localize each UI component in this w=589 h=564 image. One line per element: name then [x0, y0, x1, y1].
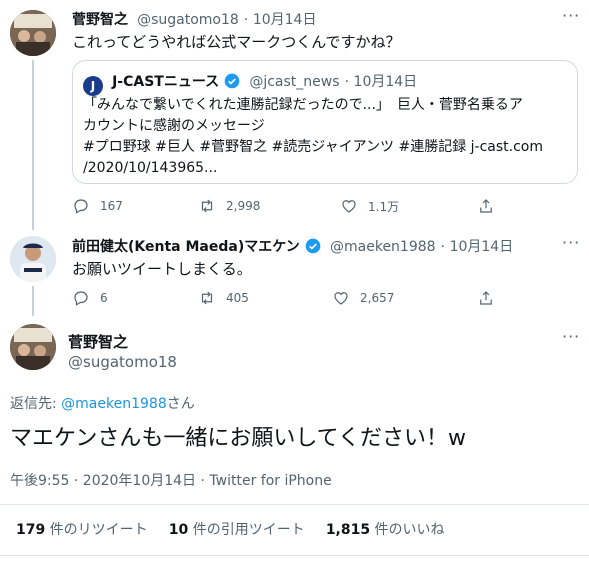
- tweet1-author-name[interactable]: 菅野智之: [72, 12, 128, 28]
- retweet-icon: [201, 291, 213, 305]
- retweets-stat-link[interactable]: 179 件のリツイート: [16, 519, 148, 538]
- quoted-tweet-card[interactable]: J J-CASTニュース @jcast_news · 10月14日 「みんなで繋…: [72, 60, 578, 184]
- tweet1-reply-count: 167: [100, 199, 123, 213]
- jcast-logo-icon: J: [83, 76, 103, 96]
- tweet2-like-count: 2,657: [360, 291, 395, 305]
- quotes-stat-link[interactable]: 10 件の引用ツイート: [169, 519, 305, 538]
- thread-line: [32, 286, 34, 316]
- tweet2-reply-button[interactable]: 6: [72, 289, 108, 307]
- tweet1-like-count: 1.1万: [368, 199, 400, 214]
- reply-to-line: 返信先: @maeken1988さん: [10, 393, 195, 413]
- retweets-stat-label: 件のリツイート: [45, 522, 148, 538]
- reply-icon: [74, 199, 88, 214]
- likes-stat-link[interactable]: 1,815 件のいいね: [326, 519, 445, 538]
- tweet2-retweet-button[interactable]: 405: [198, 289, 249, 307]
- reply-to-handle-link[interactable]: @maeken1988: [61, 396, 167, 412]
- quote-line-3: #プロ野球 #巨人 #菅野智之 #読売ジャイアンツ #連勝記録 j-cast.c…: [83, 139, 543, 155]
- tweet2-author-name[interactable]: 前田健太(Kenta Maeda)マエケン: [72, 239, 300, 255]
- main-author-name[interactable]: 菅野智之: [68, 331, 128, 352]
- tweet1-text: これってどうやれば公式マークつくんですかね？: [72, 33, 401, 51]
- quote-text: 「みんなで繋いでくれた連勝記録だったので...」 巨人・菅野名乗るア カウントに…: [83, 95, 543, 179]
- reply-to-prefix: 返信先:: [10, 396, 62, 412]
- quote-header: J J-CASTニュース @jcast_news · 10月14日: [83, 71, 417, 96]
- tweet2-text: お願いツイートしまくる。: [72, 260, 252, 278]
- tweet2-like-button[interactable]: 2,657: [332, 289, 394, 307]
- quote-handle: @jcast_news: [249, 74, 340, 90]
- quote-line-1: 「みんなで繋いでくれた連勝記録だったので...」 巨人・菅野名乗るア: [83, 97, 523, 113]
- avatar-sugano-main[interactable]: [10, 324, 56, 370]
- reply-icon: [74, 291, 88, 306]
- tweet1-header: 菅野智之 @sugatomo18 · 10月14日: [72, 12, 317, 28]
- divider: [0, 504, 589, 505]
- heart-icon: [334, 292, 348, 305]
- quotes-stat-label: 件の引用ツイート: [188, 522, 305, 538]
- quotes-stat-count: 10: [168, 522, 189, 538]
- more-options-icon[interactable]: ···: [562, 6, 580, 25]
- tweet2-date[interactable]: 10月14日: [450, 239, 514, 255]
- quote-line-2: カウントに感謝のメッセージ: [83, 118, 265, 134]
- tweet1-share-button[interactable]: [477, 197, 495, 215]
- heart-icon: [342, 200, 356, 213]
- verified-badge-icon: [224, 73, 240, 89]
- thread-line: [32, 60, 34, 230]
- verified-badge-icon: [305, 238, 321, 254]
- share-icon: [480, 291, 492, 305]
- quote-author-name: J-CASTニュース: [112, 74, 220, 90]
- more-options-icon[interactable]: ···: [562, 233, 580, 252]
- quote-date: 10月14日: [353, 74, 418, 90]
- timestamp-line: 午後9:55 · 2020年10月14日 · Twitter for iPhon…: [10, 470, 332, 490]
- tweet1-retweet-count: 2,998: [226, 199, 261, 213]
- likes-stat-count: 1,815: [325, 522, 371, 538]
- client-link[interactable]: Twitter for iPhone: [209, 473, 331, 489]
- more-options-icon[interactable]: ···: [562, 327, 580, 346]
- retweets-stat-count: 179: [16, 522, 46, 538]
- avatar-sugano[interactable]: [10, 10, 56, 56]
- main-handle[interactable]: @sugatomo18: [68, 353, 177, 371]
- main-tweet-text: マエケンさんも一緒にお願いしてください！w: [10, 426, 467, 451]
- reply-to-suffix: さん: [166, 396, 195, 412]
- divider: [0, 555, 589, 556]
- tweet1-reply-button[interactable]: 167: [72, 197, 123, 215]
- tweet1-retweet-button[interactable]: 2,998: [198, 197, 260, 215]
- avatar-maeda[interactable]: [10, 236, 56, 282]
- tweet-timestamp[interactable]: 午後9:55 · 2020年10月14日 ·: [10, 473, 209, 489]
- retweet-icon: [201, 199, 213, 213]
- tweet2-header: 前田健太(Kenta Maeda)マエケン @maeken1988 · 10月1…: [72, 238, 514, 255]
- stats-bar: 179 件のリツイート 10 件の引用ツイート 1,815 件のいいね: [16, 519, 445, 539]
- tweet2-reply-count: 6: [100, 291, 108, 305]
- tweet1-date[interactable]: 10月14日: [253, 12, 317, 28]
- tweet2-share-button[interactable]: [477, 289, 495, 307]
- quote-line-4: /2020/10/143965...: [83, 160, 218, 176]
- tweet1-like-button[interactable]: 1.1万: [340, 197, 399, 215]
- likes-stat-label: 件のいいね: [370, 522, 445, 538]
- tweet2-handle[interactable]: @maeken1988: [330, 239, 436, 255]
- tweet1-handle[interactable]: @sugatomo18: [137, 12, 239, 28]
- share-icon: [480, 199, 492, 213]
- tweet2-retweet-count: 405: [226, 291, 249, 305]
